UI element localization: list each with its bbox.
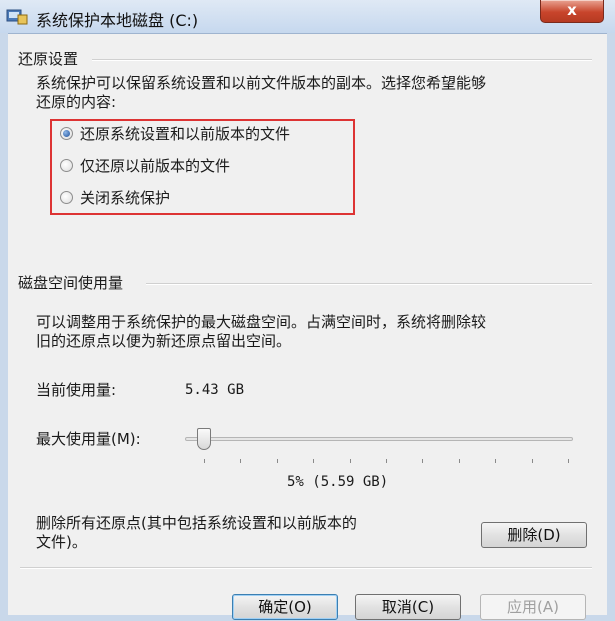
disk-usage-separator — [146, 283, 592, 285]
max-usage-value: 5% (5.59 GB) — [287, 474, 389, 490]
slider-tick — [276, 459, 278, 463]
max-usage-label: 最大使用量(M): — [36, 430, 141, 448]
system-protection-icon — [6, 9, 28, 25]
title-bar: 系统保护本地磁盘 (C:) x — [0, 0, 615, 34]
delete-button[interactable]: 删除(D) — [481, 522, 587, 548]
slider-tick — [240, 459, 242, 463]
delete-text-line1: 删除所有还原点(其中包括系统设置和以前版本的 — [36, 514, 357, 532]
window-border-right — [607, 33, 615, 621]
delete-text-line2: 文件)。 — [36, 533, 87, 551]
radio-button[interactable] — [60, 158, 73, 172]
slider-tick — [531, 459, 533, 463]
disk-usage-title: 磁盘空间使用量 — [18, 274, 124, 292]
window-border-left — [0, 33, 8, 621]
radio-button[interactable] — [60, 126, 73, 140]
max-usage-slider-thumb[interactable] — [197, 428, 211, 450]
bottom-separator — [20, 567, 592, 569]
slider-tick — [204, 459, 205, 463]
slider-tick — [313, 459, 315, 463]
restore-settings-title: 还原设置 — [18, 50, 79, 68]
radio-label: 还原系统设置和以前版本的文件 — [80, 124, 291, 143]
slider-tick — [422, 459, 424, 463]
close-button[interactable]: x — [540, 0, 604, 23]
radio-button[interactable] — [60, 190, 73, 204]
radio-label: 关闭系统保护 — [80, 188, 171, 207]
restore-description-line1: 系统保护可以保留系统设置和以前文件版本的副本。选择您希望能够 — [36, 74, 487, 92]
slider-tick — [386, 459, 387, 463]
slider-tick — [568, 459, 569, 463]
radio-label: 仅还原以前版本的文件 — [80, 156, 231, 175]
radio-restore-system-and-files[interactable]: 还原系统设置和以前版本的文件 — [60, 122, 290, 144]
radio-turn-off-protection[interactable]: 关闭系统保护 — [60, 186, 170, 208]
ok-button[interactable]: 确定(O) — [232, 594, 338, 620]
apply-button[interactable]: 应用(A) — [480, 594, 586, 620]
restore-description-line2: 还原的内容: — [36, 93, 117, 111]
max-usage-slider-track[interactable] — [185, 437, 573, 441]
slider-tick — [495, 459, 497, 463]
radio-restore-files-only[interactable]: 仅还原以前版本的文件 — [60, 154, 230, 176]
window-title: 系统保护本地磁盘 (C:) — [36, 11, 199, 30]
disk-usage-description-line1: 可以调整用于系统保护的最大磁盘空间。占满空间时，系统将删除较 — [36, 313, 487, 331]
slider-tick — [458, 459, 460, 463]
cancel-button[interactable]: 取消(C) — [355, 594, 461, 620]
slider-tick — [349, 459, 351, 463]
current-usage-value: 5.43 GB — [185, 382, 245, 398]
disk-usage-description-line2: 旧的还原点以便为新还原点留出空间。 — [36, 332, 292, 350]
current-usage-label: 当前使用量: — [36, 381, 117, 399]
restore-settings-separator — [92, 59, 592, 61]
